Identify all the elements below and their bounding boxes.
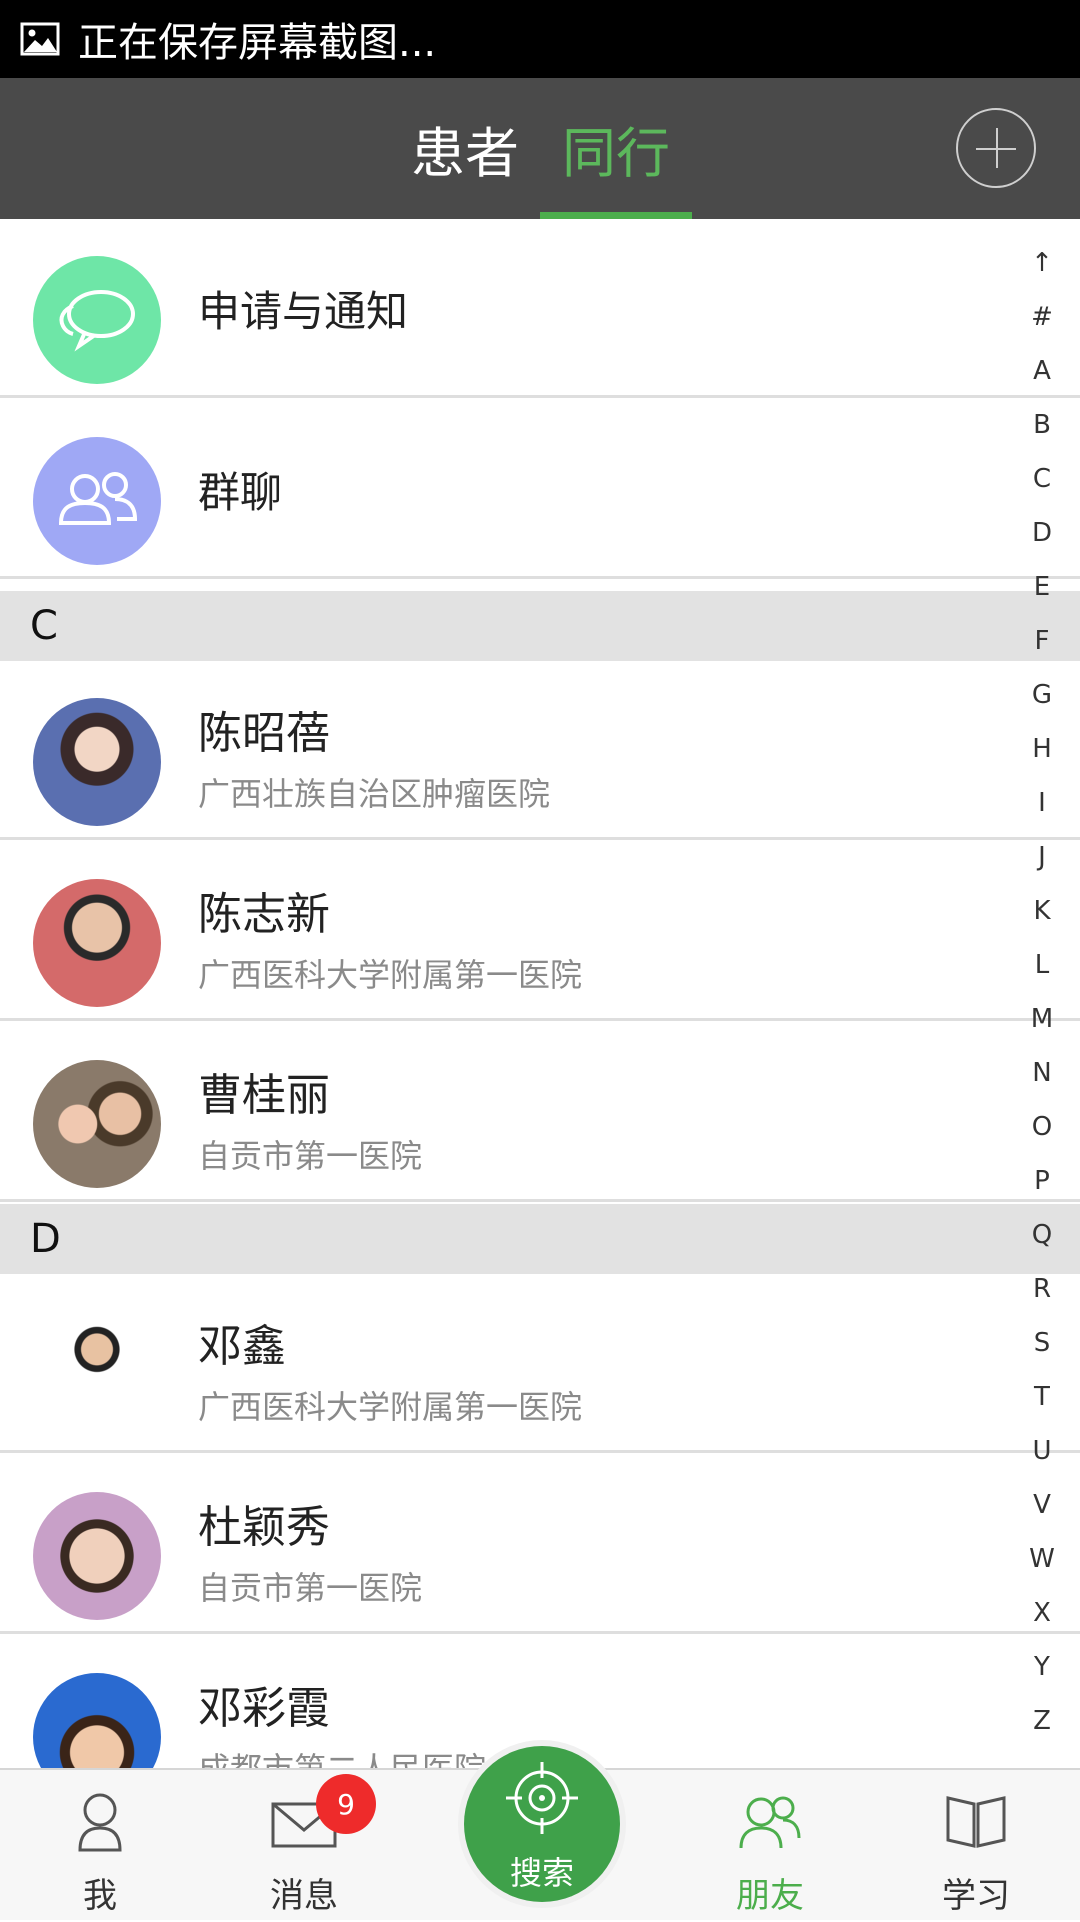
index-letter[interactable]: J	[1020, 842, 1064, 872]
contact-name: 杜颖秀	[198, 1502, 330, 1553]
contact-name: 陈昭蓓	[198, 708, 330, 759]
contact-org: 广西壮族自治区肿瘤医院	[198, 775, 551, 813]
index-letter[interactable]: L	[1020, 950, 1064, 980]
contact-name: 邓鑫	[198, 1321, 286, 1372]
section-header-c: C	[0, 591, 1080, 661]
friends-icon	[739, 1796, 801, 1849]
messages-badge: 9	[316, 1774, 376, 1834]
index-letter[interactable]: U	[1020, 1436, 1064, 1466]
contact-row[interactable]: 杜颖秀 自贡市第一医院	[0, 1455, 1080, 1634]
index-letter[interactable]: K	[1020, 896, 1064, 926]
index-letter[interactable]: H	[1020, 734, 1064, 764]
nav-me[interactable]: 我	[40, 1770, 160, 1922]
target-icon	[506, 1762, 578, 1834]
contact-org: 自贡市第一医院	[198, 1569, 423, 1607]
index-letter[interactable]: R	[1020, 1274, 1064, 1304]
index-letter[interactable]: S	[1020, 1328, 1064, 1358]
contact-row[interactable]: 曹桂丽 自贡市第一医院	[0, 1023, 1080, 1202]
index-letter[interactable]: I	[1020, 788, 1064, 818]
index-letter[interactable]: N	[1020, 1058, 1064, 1088]
chat-bubbles-icon	[33, 256, 161, 384]
tab-patients[interactable]: 患者	[400, 78, 530, 219]
index-letter[interactable]: F	[1020, 626, 1064, 656]
status-bar: 正在保存屏幕截图...	[0, 0, 1080, 78]
index-letter[interactable]: #	[1020, 302, 1064, 332]
avatar	[33, 1060, 161, 1188]
index-letter[interactable]: E	[1020, 572, 1064, 602]
contact-name: 陈志新	[198, 889, 330, 940]
nav-friends-label: 朋友	[736, 1876, 804, 1916]
contact-name: 邓彩霞	[198, 1683, 330, 1734]
index-letter[interactable]: X	[1020, 1598, 1064, 1628]
contact-org: 广西医科大学附属第一医院	[198, 1388, 583, 1426]
index-letter[interactable]: ↑	[1020, 248, 1064, 278]
group-chat-row[interactable]: 群聊	[0, 400, 1080, 579]
search-label: 搜索	[509, 1854, 574, 1892]
index-letter[interactable]: G	[1020, 680, 1064, 710]
index-letter[interactable]: A	[1020, 356, 1064, 386]
contact-org: 广西医科大学附属第一医院	[198, 956, 583, 994]
contact-row[interactable]: 邓鑫 广西医科大学附属第一医院	[0, 1274, 1080, 1453]
avatar	[33, 1492, 161, 1620]
contact-name: 曹桂丽	[198, 1070, 330, 1121]
avatar	[33, 879, 161, 1007]
group-users-icon	[33, 437, 161, 565]
contact-row[interactable]: 陈志新 广西医科大学附属第一医院	[0, 842, 1080, 1021]
contact-org: 自贡市第一医院	[198, 1137, 423, 1175]
add-icon[interactable]	[956, 108, 1036, 188]
active-tab-indicator	[540, 212, 692, 219]
image-icon	[20, 22, 60, 56]
status-text: 正在保存屏幕截图...	[78, 20, 437, 66]
index-letter[interactable]: C	[1020, 464, 1064, 494]
nav-learn[interactable]: 学习	[916, 1770, 1036, 1922]
index-letter[interactable]: W	[1020, 1544, 1064, 1574]
nav-friends[interactable]: 朋友	[710, 1770, 830, 1922]
header: 患者 同行	[0, 78, 1080, 219]
index-letter[interactable]: D	[1020, 518, 1064, 548]
nav-me-label: 我	[83, 1876, 117, 1916]
index-letter[interactable]: O	[1020, 1112, 1064, 1142]
index-letter[interactable]: T	[1020, 1382, 1064, 1412]
index-letter[interactable]: Y	[1020, 1652, 1064, 1682]
nav-learn-label: 学习	[942, 1876, 1010, 1916]
tab-peers[interactable]: 同行	[540, 78, 692, 219]
avatar	[33, 698, 161, 826]
notifications-label: 申请与通知	[198, 287, 409, 336]
index-letter[interactable]: V	[1020, 1490, 1064, 1520]
index-letter[interactable]: Z	[1020, 1706, 1064, 1736]
group-chat-label: 群聊	[198, 468, 283, 517]
contact-row[interactable]: 陈昭蓓 广西壮族自治区肿瘤医院	[0, 661, 1080, 840]
person-icon	[78, 1793, 122, 1852]
index-letter[interactable]: B	[1020, 410, 1064, 440]
index-letter[interactable]: P	[1020, 1166, 1064, 1196]
avatar	[33, 1311, 161, 1439]
notifications-row[interactable]: 申请与通知	[0, 219, 1080, 398]
section-header-d: D	[0, 1204, 1080, 1274]
index-letter[interactable]: Q	[1020, 1220, 1064, 1250]
nav-messages-label: 消息	[270, 1876, 338, 1916]
search-button[interactable]: 搜索	[464, 1746, 620, 1902]
book-icon	[946, 1796, 1006, 1848]
index-letter[interactable]: M	[1020, 1004, 1064, 1034]
